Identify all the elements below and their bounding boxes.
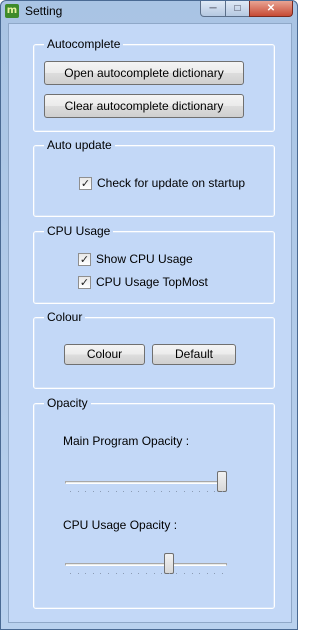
main-program-opacity-label: Main Program Opacity : [63, 434, 190, 448]
slider-tick [199, 573, 200, 574]
autocomplete-group: Autocomplete Open autocomplete dictionar… [33, 37, 275, 132]
slider-tick [100, 573, 101, 574]
slider-tick [116, 491, 117, 492]
slider-tick [108, 573, 109, 574]
slider-tick [85, 491, 86, 492]
auto-update-group: Auto update ✓ Check for update on startu… [33, 138, 275, 217]
default-colour-button[interactable]: Default [152, 344, 236, 365]
check-update-startup-checkbox[interactable]: ✓ [79, 177, 92, 190]
slider-tick [100, 491, 101, 492]
slider-tick [93, 491, 94, 492]
show-cpu-usage-checkbox[interactable]: ✓ [78, 253, 91, 266]
slider-tick [85, 573, 86, 574]
settings-panel: Autocomplete Open autocomplete dictionar… [8, 23, 292, 623]
opacity-group: Opacity Main Program Opacity : CPU Usage… [33, 396, 275, 609]
cpu-usage-topmost-label: CPU Usage TopMost [96, 275, 208, 289]
slider-tick [138, 573, 139, 574]
slider-tick [214, 573, 215, 574]
opacity-group-label: Opacity [44, 396, 91, 410]
slider-tick [199, 491, 200, 492]
cpu-usage-opacity-slider[interactable] [65, 553, 227, 577]
slider-tick [222, 491, 223, 492]
colour-button[interactable]: Colour [64, 344, 145, 365]
slider-tick [78, 573, 79, 574]
colour-group: Colour Colour Default [33, 310, 275, 389]
close-button[interactable]: ✕ [249, 1, 293, 17]
cpu-usage-group: CPU Usage ✓ Show CPU Usage ✓ CPU Usage T… [33, 224, 275, 304]
slider-tick [131, 491, 132, 492]
autocomplete-group-label: Autocomplete [44, 37, 124, 51]
slider-tick [184, 573, 185, 574]
slider-tick [123, 573, 124, 574]
cpu-usage-opacity-label: CPU Usage Opacity : [63, 518, 178, 532]
show-cpu-usage-label: Show CPU Usage [96, 252, 193, 266]
slider-tick [207, 573, 208, 574]
cpu-usage-group-label: CPU Usage [44, 224, 114, 238]
slider-tick [123, 491, 124, 492]
cpu-opacity-thumb[interactable] [164, 553, 174, 574]
open-autocomplete-dictionary-button[interactable]: Open autocomplete dictionary [44, 61, 244, 85]
slider-tick [138, 491, 139, 492]
main-opacity-thumb[interactable] [217, 471, 227, 492]
main-opacity-track [65, 481, 227, 484]
slider-tick [70, 491, 71, 492]
settings-window: m Setting ─ □ ✕ Autocomplete Open autoco… [0, 0, 298, 630]
slider-tick [169, 491, 170, 492]
slider-tick [70, 573, 71, 574]
slider-tick [176, 573, 177, 574]
check-update-startup-label: Check for update on startup [97, 176, 246, 190]
window-title: Setting [25, 4, 63, 18]
slider-tick [214, 491, 215, 492]
slider-tick [161, 491, 162, 492]
slider-tick [116, 573, 117, 574]
slider-tick [78, 491, 79, 492]
slider-tick [131, 573, 132, 574]
auto-update-group-label: Auto update [44, 138, 115, 152]
cpu-usage-topmost-checkbox[interactable]: ✓ [78, 276, 91, 289]
slider-tick [154, 491, 155, 492]
slider-tick [93, 573, 94, 574]
slider-tick [161, 573, 162, 574]
minimize-button[interactable]: ─ [200, 1, 226, 17]
slider-tick [207, 491, 208, 492]
slider-tick [108, 491, 109, 492]
slider-tick [176, 491, 177, 492]
slider-tick [146, 491, 147, 492]
slider-tick [222, 573, 223, 574]
slider-tick [192, 573, 193, 574]
main-program-opacity-slider[interactable] [65, 471, 227, 495]
cpu-opacity-track [65, 563, 227, 566]
slider-tick [184, 491, 185, 492]
slider-tick [169, 573, 170, 574]
clear-autocomplete-dictionary-button[interactable]: Clear autocomplete dictionary [44, 94, 244, 118]
app-icon: m [5, 4, 19, 18]
title-bar[interactable]: m Setting ─ □ ✕ [1, 1, 297, 21]
slider-tick [146, 573, 147, 574]
maximize-button[interactable]: □ [225, 1, 250, 17]
colour-group-label: Colour [44, 310, 86, 324]
slider-tick [154, 573, 155, 574]
slider-tick [192, 491, 193, 492]
